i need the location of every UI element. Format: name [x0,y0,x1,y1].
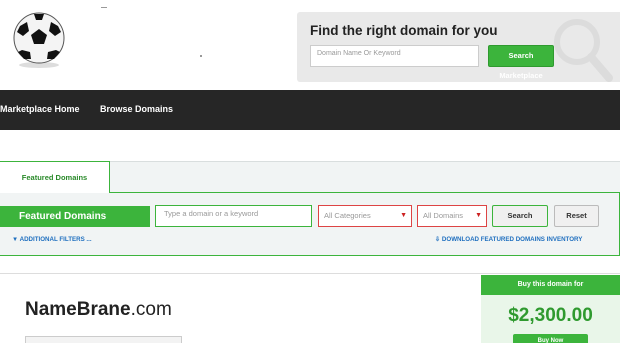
dropdown-arrow-icon: ▼ [400,212,407,219]
nav-item-marketplace-home[interactable]: Marketplace Home [0,104,80,114]
download-inventory-link[interactable]: ⇩ DOWNLOAD FEATURED DOMAINS INVENTORY [435,236,582,243]
tab-featured-domains[interactable]: Featured Domains [0,161,110,193]
reset-button[interactable]: Reset [554,205,599,227]
price: $2,300.00 [508,305,593,326]
additional-filters-link[interactable]: ▼ ADDITIONAL FILTERS ... [12,236,92,243]
finder-title: Find the right domain for you [310,23,498,38]
download-icon: ⇩ [435,236,442,243]
category-select[interactable]: All Categories ▼ [318,205,412,227]
dropdown-arrow-icon: ▼ [475,212,482,219]
domain-search-input[interactable]: Domain Name Or Keyword [310,45,479,67]
buy-now-button[interactable]: Buy Now [513,334,588,343]
featured-search-button[interactable]: Search [492,205,548,227]
domain-name: NameBrane.com [25,299,172,321]
search-marketplace-button[interactable]: Search Marketplace [488,45,554,80]
category-select-value: All Categories [324,211,371,220]
page: Find the right domain for you Domain Nam… [0,0,620,343]
domain-finder-panel: Find the right domain for you Domain Nam… [297,12,620,82]
decorative-dot [200,55,202,57]
decorative-dash [101,7,107,8]
domain-type-select[interactable]: All Domains ▼ [417,205,487,227]
featured-domains-heading: Featured Domains [0,206,150,227]
offer-input[interactable] [25,336,182,343]
download-inventory-label: DOWNLOAD FEATURED DOMAINS INVENTORY [441,236,583,243]
magnifier-watermark-icon [554,19,613,82]
domain-tld: .com [130,299,172,320]
nav-item-browse-domains[interactable]: Browse Domains [100,104,173,114]
main-nav: Marketplace Home Browse Domains [0,90,620,130]
domain-name-bold: NameBrane [25,299,131,320]
buy-heading: Buy this domain for [481,275,620,295]
soccer-ball-logo-icon[interactable] [12,12,66,68]
featured-search-input[interactable]: Type a domain or a keyword [155,205,312,227]
domain-type-select-value: All Domains [423,211,464,220]
